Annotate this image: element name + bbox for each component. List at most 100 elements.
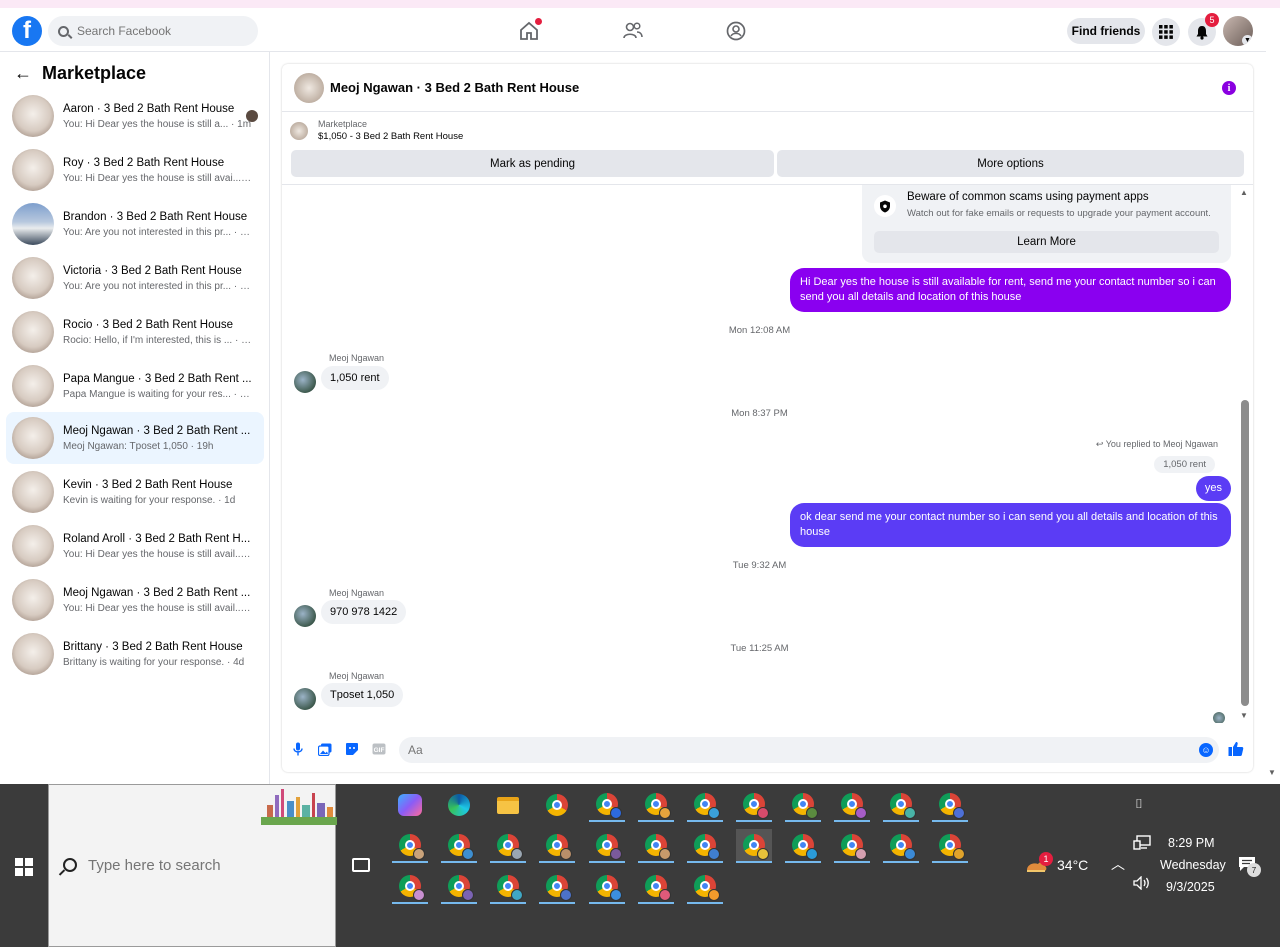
more-options-button[interactable]: More options: [777, 150, 1244, 177]
weather-icon[interactable]: 1: [1025, 852, 1053, 874]
conversation-preview: Papa Mangue is waiting for your res... ·…: [63, 388, 253, 400]
conversation-item[interactable]: Rocio · 3 Bed 2 Bath Rent House Rocio: He…: [6, 306, 264, 358]
chrome-profile-app-icon[interactable]: [441, 870, 477, 904]
conversation-item[interactable]: Brandon · 3 Bed 2 Bath Rent House You: Ar…: [6, 198, 264, 250]
gif-icon[interactable]: GIF: [372, 742, 386, 756]
chrome-profile-app-icon[interactable]: [392, 870, 428, 904]
chrome-profile-app-icon[interactable]: [785, 788, 821, 822]
facebook-logo-icon[interactable]: f: [12, 16, 42, 46]
chrome-profile-app-icon[interactable]: [589, 870, 625, 904]
conversation-item[interactable]: Kevin · 3 Bed 2 Bath Rent House Kevin is …: [6, 466, 264, 518]
chrome-profile-app-icon[interactable]: [687, 788, 723, 822]
learn-more-button[interactable]: Learn More: [874, 231, 1219, 253]
outgoing-message[interactable]: yes: [1195, 476, 1231, 501]
edge-app-icon[interactable]: [441, 788, 477, 822]
page-scrollbar[interactable]: ▼: [1266, 52, 1280, 784]
chrome-profile-app-icon[interactable]: [687, 829, 723, 863]
emoji-icon[interactable]: ☺: [1199, 743, 1213, 757]
conversation-item[interactable]: Meoj Ngawan · 3 Bed 2 Bath Rent ... You: …: [6, 574, 264, 626]
chrome-profile-app-icon[interactable]: [687, 870, 723, 904]
chrome-profile-app-icon[interactable]: [883, 788, 919, 822]
message-scrollbar[interactable]: ▲ ▼: [1237, 185, 1253, 723]
account-avatar[interactable]: ▼: [1223, 16, 1253, 46]
chrome-app-icon[interactable]: [539, 788, 575, 822]
photo-icon[interactable]: [318, 742, 332, 756]
volume-icon[interactable]: [1133, 875, 1151, 893]
microphone-icon[interactable]: [291, 742, 305, 756]
taskbar-search-box[interactable]: [48, 784, 337, 947]
conversation-item[interactable]: Roland Aroll · 3 Bed 2 Bath Rent H... You…: [6, 520, 264, 572]
scroll-thumb[interactable]: [1241, 400, 1249, 706]
meet-now-icon[interactable]: ⌷: [1135, 796, 1143, 812]
chrome-profile-app-icon[interactable]: [883, 829, 919, 863]
conversation-item[interactable]: Brittany · 3 Bed 2 Bath Rent House Britta…: [6, 628, 264, 680]
chrome-profile-app-icon[interactable]: [490, 870, 526, 904]
sender-avatar[interactable]: [294, 371, 316, 393]
clock-date[interactable]: 9/3/2025: [1166, 880, 1215, 894]
sender-avatar[interactable]: [294, 688, 316, 710]
message-input[interactable]: [399, 737, 1219, 763]
chrome-profile-app-icon[interactable]: [392, 829, 428, 863]
chrome-profile-app-icon[interactable]: [539, 870, 575, 904]
chrome-profile-app-icon[interactable]: [638, 870, 674, 904]
chat-listing-thumbnail[interactable]: [294, 72, 324, 103]
menu-grid-icon[interactable]: [1152, 18, 1180, 46]
chat-title[interactable]: Meoj Ngawan · 3 Bed 2 Bath Rent House: [330, 80, 579, 95]
conversation-item[interactable]: Papa Mangue · 3 Bed 2 Bath Rent ... Papa …: [6, 360, 264, 412]
chrome-profile-app-icon[interactable]: [736, 788, 772, 822]
clock-day[interactable]: Wednesday: [1160, 858, 1226, 872]
conversation-item[interactable]: Victoria · 3 Bed 2 Bath Rent House You: A…: [6, 252, 264, 304]
notifications-bell-icon[interactable]: 5: [1188, 13, 1219, 46]
chrome-profile-app-icon[interactable]: [441, 829, 477, 863]
chrome-profile-app-icon[interactable]: [785, 829, 821, 863]
find-friends-button[interactable]: Find friends: [1067, 18, 1145, 44]
file-explorer-app-icon[interactable]: [490, 788, 526, 822]
sticker-icon[interactable]: [345, 742, 359, 756]
chrome-profile-app-icon[interactable]: [932, 829, 968, 863]
chevron-up-icon[interactable]: ︿: [1111, 854, 1125, 874]
thumbs-up-icon[interactable]: [1228, 741, 1244, 761]
chrome-profile-app-icon-active[interactable]: [736, 829, 772, 863]
scroll-down-arrow-icon[interactable]: ▼: [1240, 711, 1248, 720]
seen-avatar: [246, 110, 258, 122]
incoming-message[interactable]: 970 978 1422: [321, 600, 407, 624]
conversation-item[interactable]: Aaron · 3 Bed 2 Bath Rent House You: Hi D…: [6, 90, 264, 142]
chrome-profile-app-icon[interactable]: [490, 829, 526, 863]
clock-time[interactable]: 8:29 PM: [1168, 836, 1215, 850]
incoming-message[interactable]: 1,050 rent: [321, 366, 389, 390]
task-view-icon[interactable]: [352, 858, 370, 872]
temperature-label[interactable]: 34°C: [1057, 857, 1088, 873]
chrome-profile-app-icon[interactable]: [834, 829, 870, 863]
quoted-message[interactable]: 1,050 rent: [1154, 456, 1215, 473]
friends-icon[interactable]: [622, 20, 644, 42]
outgoing-message[interactable]: ok dear send me your contact number so i…: [790, 503, 1231, 547]
outgoing-message[interactable]: Hi Dear yes the house is still available…: [790, 268, 1231, 312]
incoming-message[interactable]: Tposet 1,050: [321, 683, 404, 707]
info-icon[interactable]: i: [1222, 81, 1236, 95]
notification-center-icon[interactable]: 7: [1238, 856, 1261, 877]
chrome-profile-app-icon[interactable]: [589, 788, 625, 822]
page-scroll-down-arrow-icon[interactable]: ▼: [1268, 768, 1276, 777]
search-box[interactable]: [48, 16, 258, 46]
network-icon[interactable]: [1133, 835, 1151, 854]
back-arrow-icon[interactable]: ←: [14, 63, 32, 84]
chrome-profile-app-icon[interactable]: [589, 829, 625, 863]
chrome-icon: [694, 875, 720, 901]
chrome-profile-app-icon[interactable]: [932, 788, 968, 822]
home-icon[interactable]: [518, 18, 542, 42]
chrome-profile-app-icon[interactable]: [638, 829, 674, 863]
conversation-item[interactable]: Roy · 3 Bed 2 Bath Rent House You: Hi Dea…: [6, 144, 264, 196]
copilot-app-icon[interactable]: [392, 788, 428, 822]
chrome-profile-app-icon[interactable]: [539, 829, 575, 863]
mark-as-pending-button[interactable]: Mark as pending: [291, 150, 774, 177]
scroll-up-arrow-icon[interactable]: ▲: [1240, 188, 1248, 197]
sender-avatar[interactable]: [294, 605, 316, 627]
chrome-profile-app-icon[interactable]: [834, 788, 870, 822]
conversation-item-active[interactable]: Meoj Ngawan · 3 Bed 2 Bath Rent ... Meoj …: [6, 412, 264, 464]
taskbar-search-input[interactable]: [88, 857, 308, 874]
search-input[interactable]: [77, 24, 247, 38]
windows-start-icon[interactable]: [15, 858, 33, 876]
chrome-profile-app-icon[interactable]: [638, 788, 674, 822]
profile-circle-icon[interactable]: [725, 20, 747, 42]
listing-summary[interactable]: Marketplace $1,050 - 3 Bed 2 Bath Rent H…: [290, 119, 463, 142]
